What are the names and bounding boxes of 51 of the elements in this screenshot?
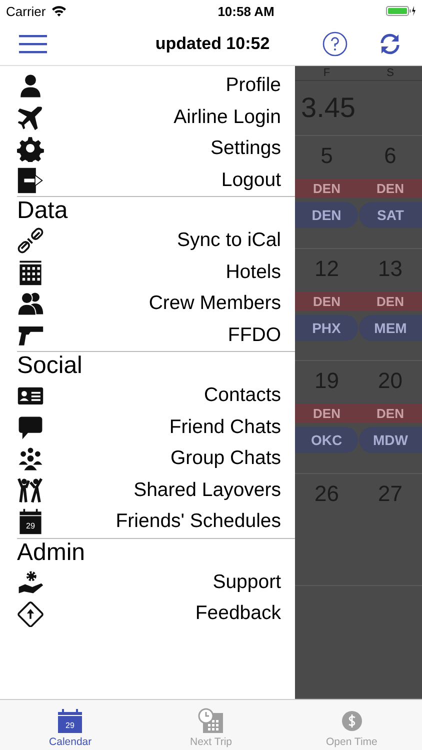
building-icon bbox=[17, 258, 44, 286]
menu-item[interactable]: Friend Chats bbox=[44, 416, 281, 439]
base-label: DEN bbox=[312, 292, 342, 311]
menu-item[interactable]: Friends' Schedules bbox=[44, 510, 281, 534]
calendar-clock-icon bbox=[198, 708, 224, 734]
refresh-icon[interactable] bbox=[378, 32, 402, 56]
dancing-people-icon bbox=[17, 476, 44, 504]
trip-chip[interactable]: MDW bbox=[359, 427, 422, 454]
menu-item[interactable]: Logout bbox=[44, 168, 281, 192]
battery-icon bbox=[386, 5, 416, 17]
help-icon[interactable] bbox=[322, 30, 348, 56]
menu-item[interactable]: FFDO bbox=[44, 324, 281, 347]
exit-door-icon bbox=[17, 166, 44, 194]
menu-item[interactable]: Airline Login bbox=[44, 106, 281, 129]
section-heading: Admin bbox=[17, 538, 86, 566]
section-heading: Data bbox=[17, 197, 69, 225]
menu-icon[interactable] bbox=[19, 34, 47, 54]
trip-chip[interactable]: PHX bbox=[295, 314, 358, 341]
menu-item[interactable]: Feedback bbox=[44, 602, 281, 626]
trip-chip[interactable]: OKC bbox=[295, 427, 358, 454]
menu-item[interactable]: Crew Members bbox=[44, 292, 281, 316]
base-label: DEN bbox=[376, 180, 405, 198]
menu-item[interactable]: Sync to iCal bbox=[44, 229, 281, 252]
trip-chip[interactable]: DEN bbox=[295, 202, 358, 228]
base-label: DEN bbox=[312, 405, 342, 424]
hand-gear-icon bbox=[17, 568, 44, 596]
wifi-icon bbox=[50, 5, 67, 17]
menu-item[interactable]: Hotels bbox=[44, 260, 281, 284]
status-time: 10:58 AM bbox=[216, 4, 276, 18]
nav-title: updated 10:52 bbox=[154, 34, 271, 54]
trip-chip[interactable]: SAT bbox=[359, 202, 422, 228]
trip-chip[interactable]: MEM bbox=[359, 314, 422, 341]
speech-bubble-icon bbox=[17, 414, 44, 441]
menu-item[interactable]: Profile bbox=[44, 74, 281, 98]
tab-item[interactable]: 29 Calendar bbox=[0, 700, 141, 750]
section-heading: Social bbox=[17, 352, 84, 380]
menu-item[interactable]: Shared Layovers bbox=[44, 478, 281, 502]
base-label: DEN bbox=[312, 180, 342, 198]
menu-item[interactable]: Settings bbox=[44, 137, 281, 160]
base-label: DEN bbox=[376, 405, 405, 424]
menu-item[interactable]: Group Chats bbox=[44, 447, 281, 470]
base-label: DEN bbox=[376, 292, 405, 311]
group-icon bbox=[17, 445, 44, 472]
box-arrow-icon bbox=[17, 600, 44, 628]
carrier-label: Carrier bbox=[6, 4, 46, 18]
gear-icon bbox=[17, 135, 44, 162]
people-icon bbox=[17, 290, 44, 318]
airplane-icon bbox=[17, 104, 44, 131]
link-icon bbox=[17, 227, 44, 254]
menu-item[interactable]: Support bbox=[44, 570, 281, 594]
menu-item[interactable]: Contacts bbox=[44, 384, 281, 408]
